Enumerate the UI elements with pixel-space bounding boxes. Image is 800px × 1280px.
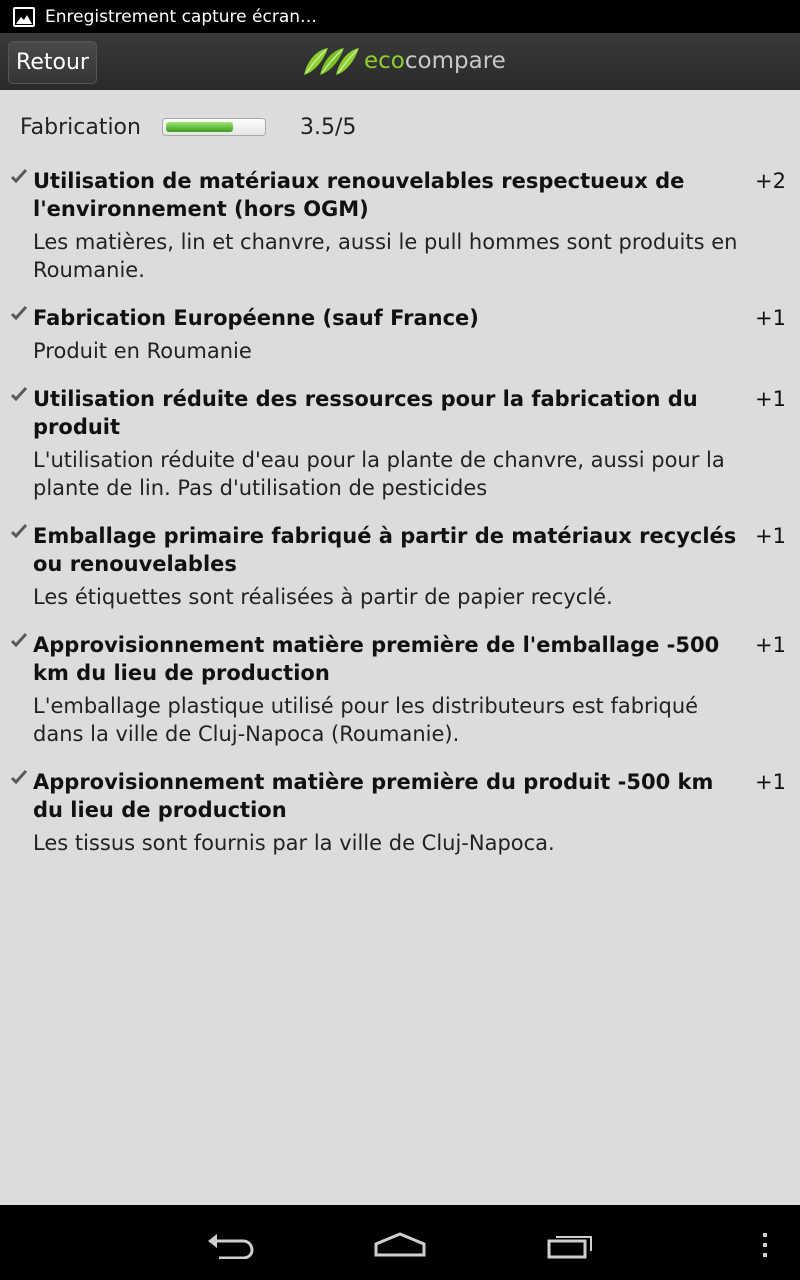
checkmark-icon: [11, 169, 27, 183]
checkmark-icon: [11, 633, 27, 647]
status-bar: Enregistrement capture écran…: [0, 0, 800, 33]
score-progress-fill: [166, 122, 234, 132]
ecocompare-logo: ecocompare: [302, 44, 506, 78]
criterion-title: Utilisation de matériaux renouvelables r…: [33, 169, 685, 221]
criterion-item: Fabrication Européenne (sauf France) Prod…: [0, 304, 800, 365]
criterion-description: L'emballage plastique utilisé pour les d…: [33, 694, 699, 746]
category-label: Fabrication: [20, 114, 141, 140]
criterion-title: Emballage primaire fabriqué à partir de …: [33, 524, 737, 576]
overflow-menu-icon[interactable]: [760, 1231, 770, 1259]
criterion-item: Utilisation de matériaux renouvelables r…: [0, 167, 800, 284]
criterion-description: Les tissus sont fournis par la ville de …: [33, 831, 555, 855]
home-icon[interactable]: [373, 1231, 427, 1257]
category-score: 3.5/5: [300, 114, 357, 140]
criterion-description: L'utilisation réduite d'eau pour la plan…: [33, 448, 725, 500]
criterion-points: +1: [755, 770, 786, 794]
notification-text: Enregistrement capture écran…: [45, 6, 318, 27]
logo-eco: eco: [364, 48, 405, 74]
checkmark-icon: [11, 306, 27, 320]
criterion-points: +1: [755, 387, 786, 411]
logo-text: ecocompare: [364, 48, 506, 74]
content-area: Fabrication 3.5/5 Utilisation de matéria…: [0, 90, 800, 1205]
criterion-points: +1: [755, 633, 786, 657]
criterion-item: Approvisionnement matière première de l'…: [0, 631, 800, 748]
criterion-points: +2: [755, 169, 786, 193]
criterion-item: Approvisionnement matière première du pr…: [0, 768, 800, 857]
criterion-points: +1: [755, 524, 786, 548]
criteria-list: Utilisation de matériaux renouvelables r…: [0, 167, 800, 877]
criterion-description: Les matières, lin et chanvre, aussi le p…: [33, 230, 738, 282]
checkmark-icon: [11, 524, 27, 538]
image-icon: [13, 6, 35, 27]
criterion-description: Les étiquettes sont réalisées à partir d…: [33, 585, 613, 609]
criterion-title: Approvisionnement matière première du pr…: [33, 770, 714, 822]
navigation-bar: [0, 1205, 800, 1280]
checkmark-icon: [11, 770, 27, 784]
criterion-item: Emballage primaire fabriqué à partir de …: [0, 522, 800, 611]
criterion-points: +1: [755, 306, 786, 330]
criterion-item: Utilisation réduite des ressources pour …: [0, 385, 800, 502]
criterion-description: Produit en Roumanie: [33, 339, 252, 363]
score-progress-bar: [162, 118, 266, 136]
checkmark-icon: [11, 387, 27, 401]
criterion-title: Utilisation réduite des ressources pour …: [33, 387, 698, 439]
category-row: Fabrication 3.5/5: [20, 112, 356, 142]
back-button[interactable]: Retour: [8, 41, 97, 84]
leaves-icon: [304, 48, 359, 75]
back-arrow-icon[interactable]: [205, 1229, 255, 1259]
action-bar: Retour ecocompare: [0, 33, 800, 90]
recent-apps-icon[interactable]: [546, 1231, 596, 1259]
criterion-title: Fabrication Européenne (sauf France): [33, 306, 479, 330]
criterion-title: Approvisionnement matière première de l'…: [33, 633, 720, 685]
logo-compare: compare: [404, 48, 506, 74]
